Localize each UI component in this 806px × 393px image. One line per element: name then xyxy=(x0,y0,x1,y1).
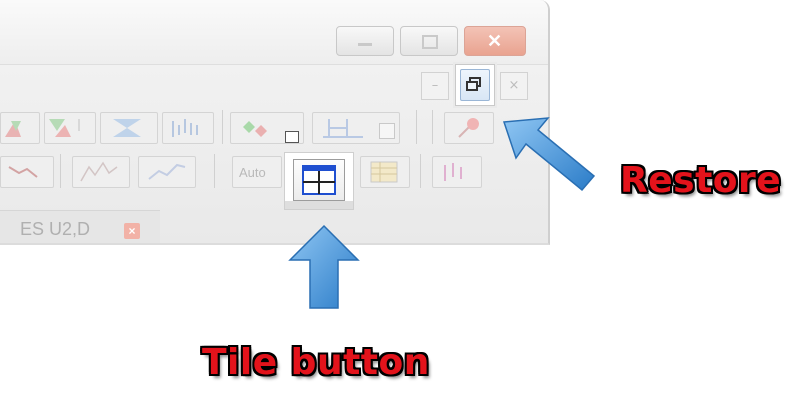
close-icon: ✕ xyxy=(487,31,503,51)
restore-icon xyxy=(466,77,481,91)
tile-button[interactable] xyxy=(284,152,354,210)
restore-button-face xyxy=(460,69,490,101)
pin-icon xyxy=(458,118,479,138)
tile-button-face xyxy=(293,159,345,201)
toolbar-separator xyxy=(60,154,61,188)
tile-arrow-icon xyxy=(288,224,360,309)
triangle-indicator-icon xyxy=(5,121,21,137)
window-minimize-button[interactable] xyxy=(336,26,394,56)
toolbar-separator xyxy=(416,110,417,144)
toolbar-button-bars[interactable] xyxy=(162,112,214,144)
toolbar-separator xyxy=(432,110,433,144)
line-draw-icon xyxy=(8,166,38,178)
application-window: ✕ – × Auto ES U2,D × xyxy=(0,0,550,245)
tile-windows-icon xyxy=(302,165,336,195)
toolbar-button-hourglass[interactable] xyxy=(100,112,158,144)
toolbar-separator xyxy=(214,154,215,188)
candles-icon xyxy=(444,163,462,181)
toolbar-button-zigzag[interactable] xyxy=(72,156,130,188)
mdi-minimize-button[interactable]: – xyxy=(421,72,449,100)
toolbar-button-pin[interactable] xyxy=(444,112,494,144)
maximize-icon xyxy=(422,35,438,49)
restore-callout-label: Restore xyxy=(620,160,782,201)
grid-icon xyxy=(370,161,398,183)
tab-close-icon[interactable]: × xyxy=(124,223,140,239)
toolbar-button-auto[interactable]: Auto xyxy=(232,156,282,188)
tab-label: ES U2,D xyxy=(20,219,91,239)
window-maximize-button[interactable] xyxy=(400,26,458,56)
chart-tab[interactable]: ES U2,D × xyxy=(0,210,160,243)
zigzag-icon xyxy=(80,161,118,182)
window-titlebar: ✕ xyxy=(0,0,548,65)
dropdown-arrow-icon xyxy=(379,123,395,139)
window-close-button[interactable]: ✕ xyxy=(464,26,526,56)
trend-icon xyxy=(148,163,186,180)
mdi-close-button[interactable]: × xyxy=(500,72,528,100)
dropdown-arrow-icon xyxy=(285,131,299,143)
toolbar-button-candles[interactable] xyxy=(432,156,482,188)
toolbar-button-line-draw[interactable] xyxy=(0,156,54,188)
toolbar-button-trend[interactable] xyxy=(138,156,196,188)
toolbar-button-grid[interactable] xyxy=(360,156,410,188)
toolbar-button-reversal[interactable] xyxy=(44,112,96,144)
auto-label: Auto xyxy=(239,165,266,180)
minimize-icon xyxy=(358,43,372,46)
tile-callout-label: Tile button xyxy=(202,342,430,383)
bar-chart-icon xyxy=(172,119,198,137)
restore-arrow-icon xyxy=(502,117,596,192)
reversal-icon xyxy=(49,119,80,137)
toolbar-button-range[interactable] xyxy=(312,112,400,144)
toolbar-separator xyxy=(222,110,223,144)
toolbar-separator xyxy=(420,154,421,188)
toolbar-button-bull-bear[interactable] xyxy=(0,112,40,144)
tile-button-underline xyxy=(285,201,353,209)
hourglass-icon xyxy=(113,119,141,137)
restore-button[interactable] xyxy=(455,64,495,106)
toolbar-button-color-picker[interactable] xyxy=(230,112,304,144)
